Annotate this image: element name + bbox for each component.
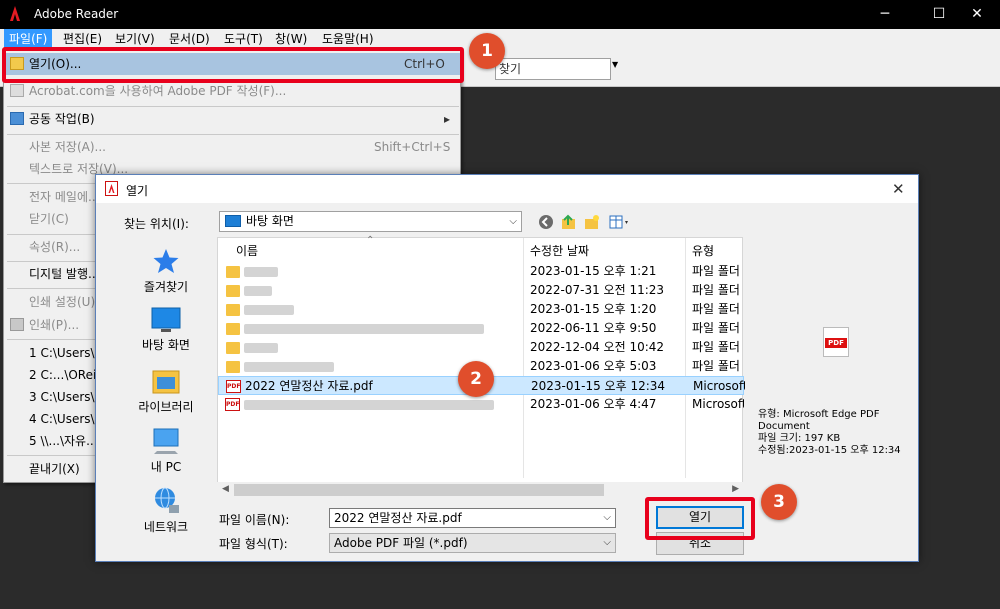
folder-icon	[226, 342, 240, 354]
window-titlebar: Adobe Reader ─ ☐ ✕	[0, 0, 1000, 29]
step-badge-1: 1	[469, 33, 505, 69]
step-badge-3: 3	[761, 484, 797, 520]
menu-save-copy[interactable]: 사본 저장(A)... Shift+Ctrl+S	[4, 136, 460, 158]
library-icon	[152, 370, 180, 394]
desktop-icon	[151, 307, 181, 332]
blurred-name	[244, 286, 272, 296]
menu-help[interactable]: 도움말(H)	[317, 29, 379, 49]
menu-document[interactable]: 문서(D)	[164, 29, 215, 49]
folder-icon	[226, 323, 240, 335]
look-in-value: 바탕 화면	[246, 214, 294, 228]
menu-window[interactable]: 창(W)	[270, 29, 312, 49]
acrobat-icon	[10, 84, 24, 97]
menu-collaborate[interactable]: 공동 작업(B) ▸	[4, 108, 460, 130]
scroll-left-icon[interactable]: ◀	[222, 484, 229, 494]
filetype-label: 파일 형식(T):	[219, 537, 288, 551]
dialog-titlebar: 열기 ✕	[96, 175, 918, 203]
highlight-box-open-button	[645, 497, 755, 540]
menu-edit[interactable]: 편집(E)	[58, 29, 107, 49]
look-in-label: 찾는 위치(I):	[124, 217, 189, 231]
desktop-icon	[225, 215, 241, 227]
minimize-button[interactable]: ─	[862, 0, 908, 29]
blurred-name	[244, 267, 278, 277]
chevron-down-icon: ⌵	[509, 216, 517, 227]
filename-label: 파일 이름(N):	[219, 513, 290, 527]
chevron-down-icon[interactable]: ⌵	[603, 509, 611, 527]
file-row[interactable]: 2023-01-15 오후 1:20 파일 폴더	[218, 300, 744, 319]
place-network[interactable]: 네트워크	[118, 487, 214, 535]
collaborate-icon	[10, 112, 24, 125]
menu-view[interactable]: 보기(V)	[110, 29, 160, 49]
filetype-select[interactable]: Adobe PDF 파일 (*.pdf) ⌵	[329, 533, 616, 553]
scroll-thumb[interactable]	[234, 484, 604, 496]
highlight-box-open-menu	[2, 47, 464, 83]
star-icon	[153, 249, 179, 273]
pdf-preview-icon: PDF	[823, 327, 849, 357]
new-folder-icon[interactable]	[583, 213, 601, 231]
sort-up-icon: ⌃	[366, 235, 375, 246]
blurred-name	[244, 400, 494, 410]
step-badge-2: 2	[458, 361, 494, 397]
back-icon[interactable]	[537, 213, 555, 231]
file-row[interactable]: 2022-12-04 오전 10:42 파일 폴더	[218, 338, 744, 357]
place-desktop[interactable]: 바탕 화면	[118, 307, 214, 353]
look-in-combo[interactable]: 바탕 화면 ⌵	[219, 211, 522, 232]
submenu-arrow-icon: ▸	[444, 112, 451, 126]
place-this-pc[interactable]: 내 PC	[118, 427, 214, 475]
menu-acrobat-create[interactable]: Acrobat.com을 사용하여 Adobe PDF 작성(F)...	[4, 80, 460, 102]
file-row[interactable]: 2023-01-15 오후 1:21 파일 폴더	[218, 262, 744, 281]
scroll-right-icon[interactable]: ▶	[732, 484, 739, 494]
folder-icon	[226, 266, 240, 278]
column-header-date[interactable]: 수정한 날짜	[530, 242, 589, 260]
adobe-reader-icon	[10, 6, 20, 21]
blurred-name	[244, 362, 334, 372]
dialog-close-icon[interactable]: ✕	[892, 180, 905, 198]
up-folder-icon[interactable]	[560, 213, 578, 231]
window-title: Adobe Reader	[34, 7, 119, 21]
menu-tools[interactable]: 도구(T)	[219, 29, 268, 49]
blurred-name	[244, 324, 484, 334]
column-header-name[interactable]: 이름	[236, 242, 258, 260]
close-window-button[interactable]: ✕	[954, 0, 1000, 29]
computer-icon	[153, 428, 179, 454]
chevron-down-icon: ⌵	[603, 537, 611, 548]
place-favorites[interactable]: 즐겨찾기	[118, 247, 214, 295]
column-header-type[interactable]: 유형	[692, 242, 714, 260]
file-row[interactable]: PDF 2023-01-06 오후 4:47 Microsoft	[218, 395, 744, 414]
find-input[interactable]: 찾기	[495, 58, 611, 80]
folder-icon	[226, 304, 240, 316]
menu-file[interactable]: 파일(F)	[4, 29, 53, 49]
file-info: 유형: Microsoft Edge PDF Document 파일 크기: 1…	[758, 409, 901, 456]
places-bar: 즐겨찾기 바탕 화면 라이브러리 내 PC 네트워크	[118, 237, 214, 559]
pdf-file-icon: PDF	[225, 398, 240, 411]
menu-separator	[7, 106, 459, 107]
adobe-pdf-icon	[105, 181, 118, 196]
place-libraries[interactable]: 라이브러리	[118, 367, 214, 415]
menu-separator	[7, 134, 459, 135]
printer-icon	[10, 318, 24, 331]
dialog-title: 열기	[126, 184, 149, 198]
folder-icon	[226, 285, 240, 297]
find-dropdown-icon[interactable]: ▼	[612, 60, 618, 69]
pdf-file-icon: PDF	[226, 380, 241, 393]
filename-input[interactable]: 2022 연말정산 자료.pdf ⌵	[329, 508, 616, 528]
file-row[interactable]: 2022-06-11 오후 9:50 파일 폴더	[218, 319, 744, 338]
blurred-name	[244, 305, 294, 315]
blurred-name	[244, 343, 278, 353]
folder-icon	[226, 361, 240, 373]
view-menu-icon[interactable]	[608, 213, 632, 231]
file-row[interactable]: 2022-07-31 오전 11:23 파일 폴더	[218, 281, 744, 300]
network-icon	[155, 487, 179, 513]
preview-pane: PDF 유형: Microsoft Edge PDF Document 파일 크…	[748, 237, 914, 499]
